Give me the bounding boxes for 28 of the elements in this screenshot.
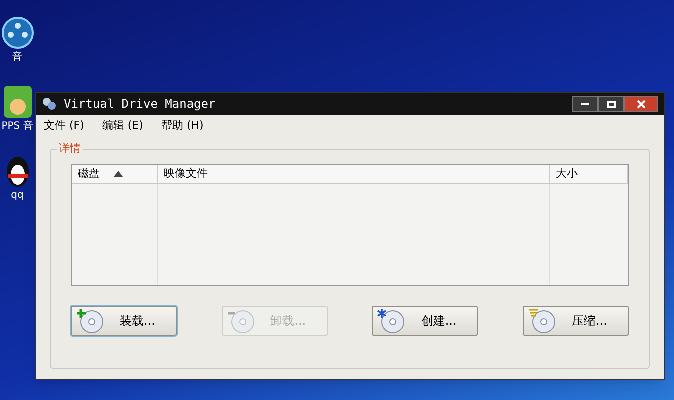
disc-icon [528, 308, 558, 334]
app-icon [2, 85, 32, 119]
maximize-icon [606, 100, 616, 108]
minimize-button[interactable] [572, 96, 598, 112]
film-reel-icon [0, 16, 34, 50]
column-header[interactable]: 大小 [550, 165, 628, 183]
action-button[interactable]: 压缩... [522, 306, 629, 336]
window-title: Virtual Drive Manager [64, 96, 216, 113]
desktop-icon-label[interactable]: qq [11, 190, 24, 201]
desktop-icon-label[interactable]: PPS 音 [2, 121, 34, 132]
disc-icon [377, 308, 408, 334]
close-button[interactable] [624, 96, 658, 112]
disc-icon [226, 308, 257, 334]
maximize-button[interactable] [598, 96, 624, 112]
disc-icon [76, 308, 106, 334]
minimize-icon [581, 103, 589, 105]
penguin-icon [4, 154, 30, 188]
menu-item[interactable]: 文件 (F) [44, 118, 84, 134]
menu-item[interactable]: 编辑 (E) [102, 118, 144, 134]
action-button[interactable]: 装载... [71, 306, 177, 336]
column-header[interactable]: 磁盘 [72, 165, 158, 183]
column-header[interactable]: 映像文件 [158, 165, 550, 183]
group-title: 详情 [57, 142, 83, 156]
discs-icon [42, 97, 58, 111]
action-button[interactable]: 创建... [372, 306, 478, 336]
menu-item[interactable]: 帮助 (H) [161, 118, 204, 134]
desktop-icon-label[interactable]: 音 [12, 52, 22, 63]
close-icon [636, 100, 646, 108]
